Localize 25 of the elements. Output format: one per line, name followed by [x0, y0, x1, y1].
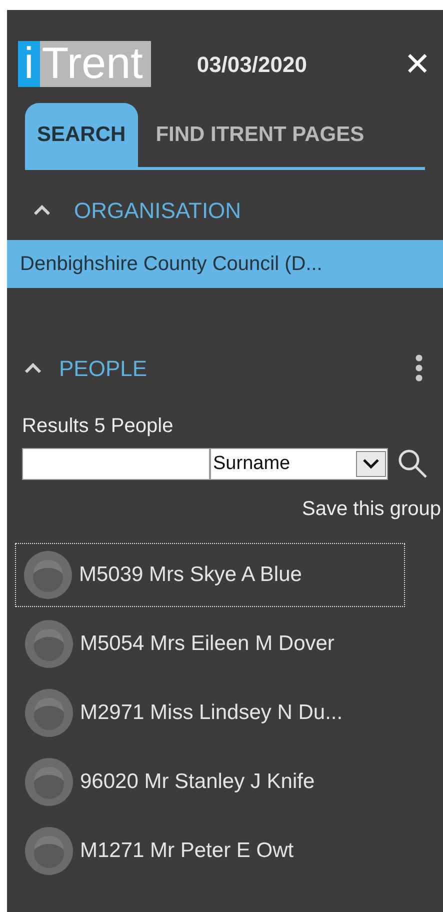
avatar-icon — [23, 550, 73, 600]
person-item[interactable]: M5054 Mrs Eileen M Dover — [15, 619, 405, 669]
itrent-logo: i Trent — [18, 41, 151, 87]
tab[interactable]: SEARCH — [25, 103, 138, 167]
avatar-icon — [24, 688, 74, 738]
person-item[interactable]: M1271 Mr Peter E Owt — [15, 826, 405, 876]
close-button[interactable]: ✕ — [404, 48, 431, 80]
organisation-item[interactable]: Denbighshire County Council (D... — [7, 240, 443, 288]
results-count: Results 5 People — [22, 414, 174, 438]
avatar-icon — [24, 619, 74, 669]
tab[interactable]: FIND ITRENT PAGES — [138, 103, 382, 167]
avatar-icon — [24, 757, 74, 807]
more-icon[interactable] — [415, 354, 423, 382]
section-title: PEOPLE — [59, 354, 148, 382]
avatar-icon — [24, 826, 74, 876]
person-item[interactable]: 96020 Mr Stanley J Knife — [15, 757, 405, 807]
collapse-chevron-icon[interactable] — [32, 203, 52, 217]
save-group-link[interactable]: Save this group — [302, 494, 441, 524]
search-field[interactable] — [22, 448, 210, 480]
section-title: ORGANISATION — [74, 196, 242, 224]
person-item[interactable]: M2971 Miss Lindsey N Du... — [15, 688, 405, 738]
collapse-chevron-icon[interactable] — [23, 361, 43, 375]
date-label: 03/03/2020 — [196, 50, 307, 78]
search-by-dropdown[interactable]: Surname — [210, 448, 388, 480]
person-item[interactable]: M5039 Mrs Skye A Blue — [15, 543, 405, 607]
